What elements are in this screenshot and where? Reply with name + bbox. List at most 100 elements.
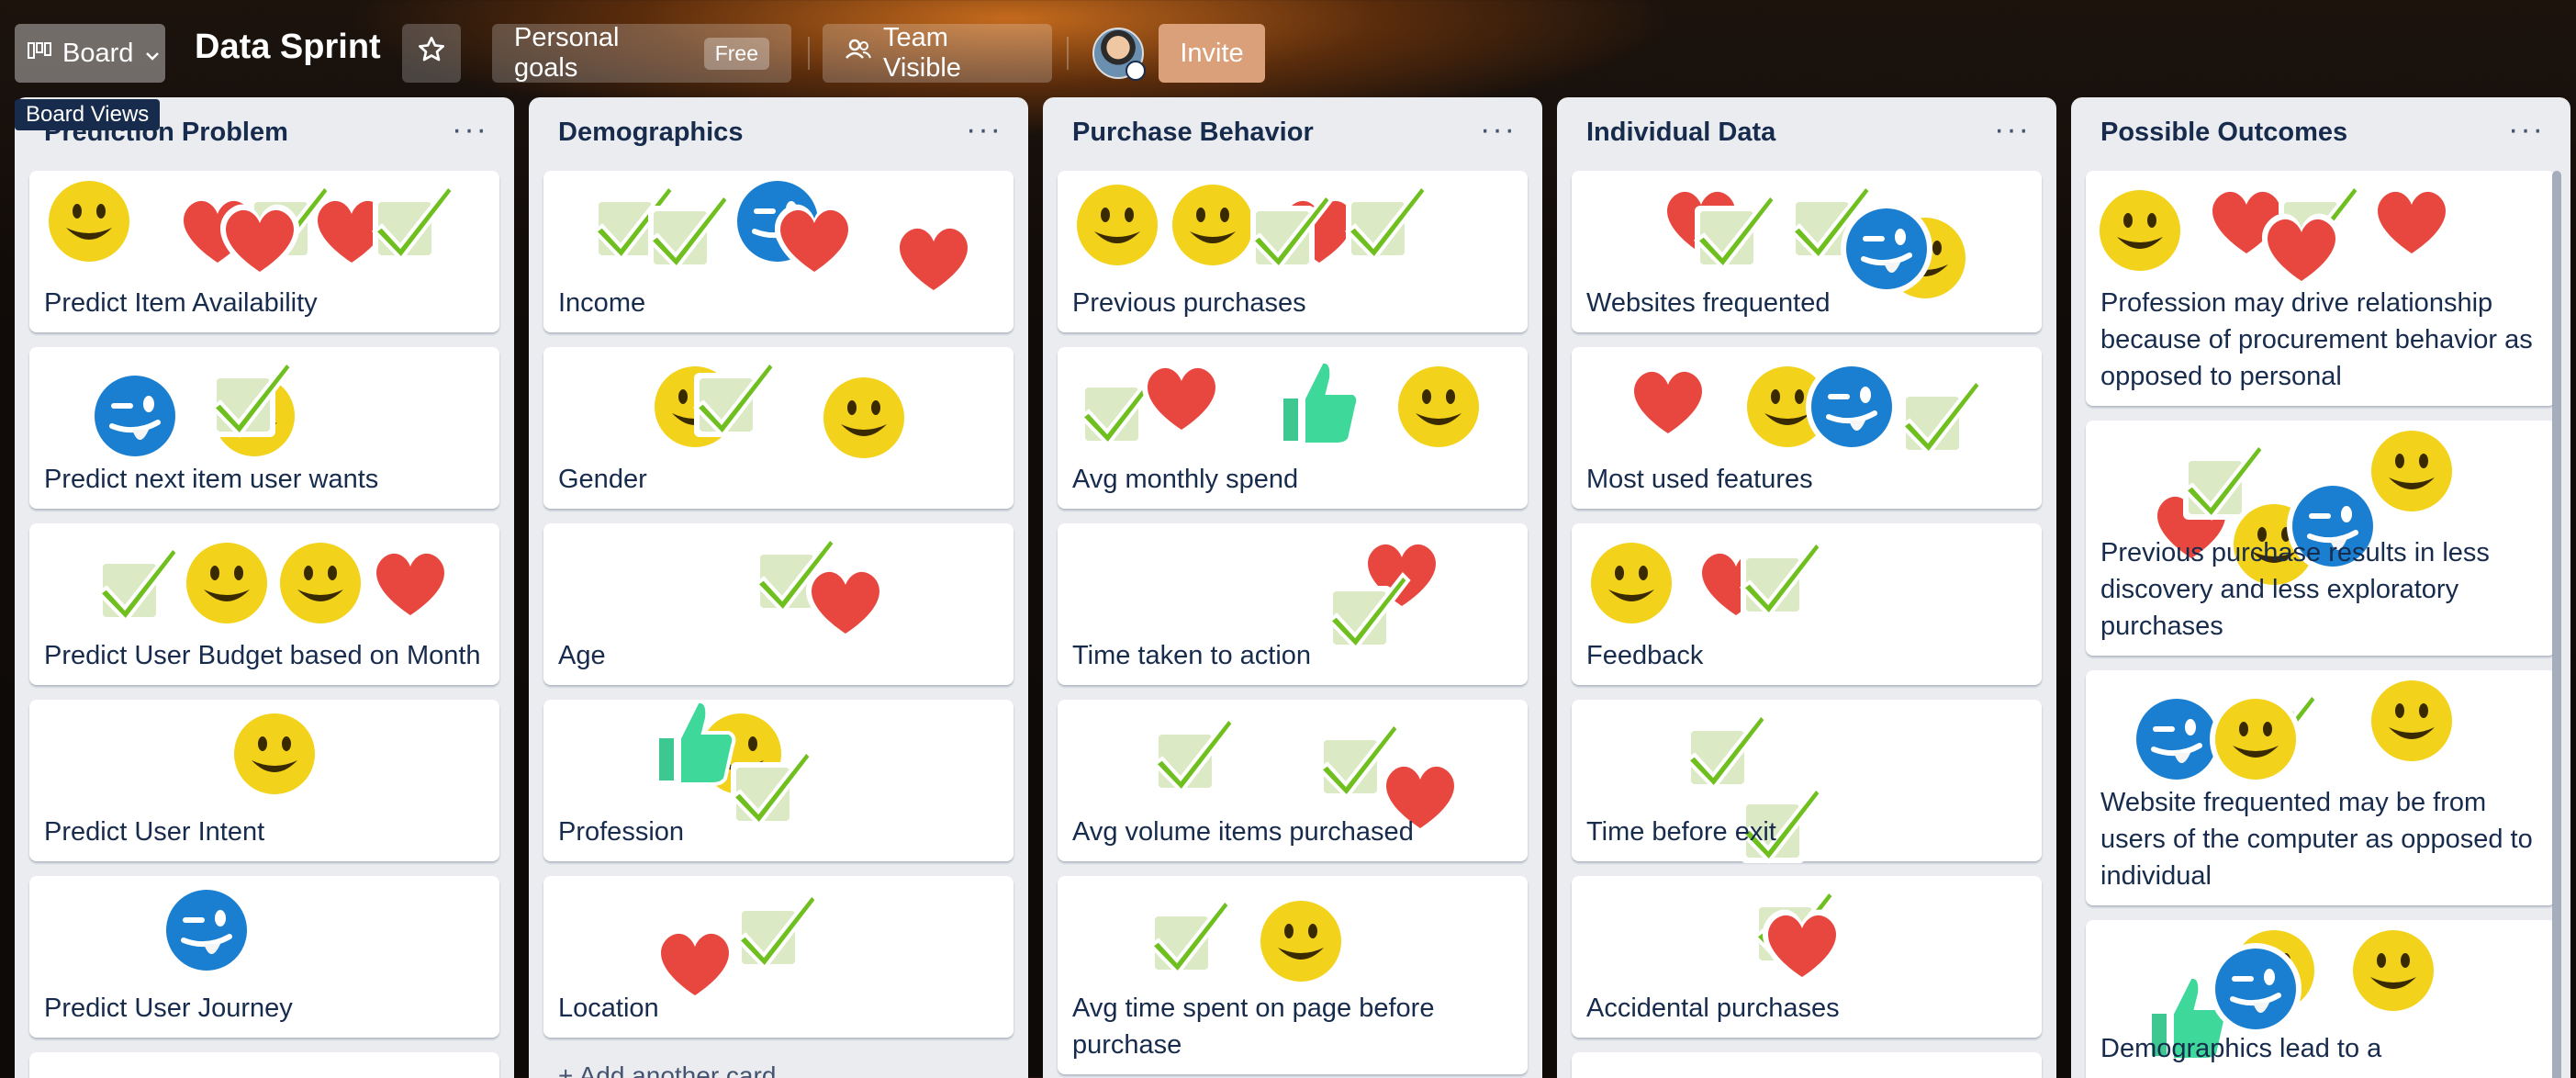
list-card[interactable] <box>29 1052 499 1078</box>
smiley-sticker <box>2094 185 2186 276</box>
card-title: Time taken to action <box>1072 641 1312 670</box>
smiley-sticker <box>818 372 910 464</box>
board-title[interactable]: Data Sprint <box>195 28 381 67</box>
personal-goals-button[interactable]: Personal goals Free <box>492 23 791 83</box>
smiley-sticker <box>229 708 320 800</box>
list-card[interactable]: Accidental purchases <box>1572 876 2042 1038</box>
smiley-sticker <box>2366 425 2458 517</box>
invite-button[interactable]: Invite <box>1159 24 1265 83</box>
card-title: Gender <box>558 465 647 494</box>
list-card[interactable]: Avg volume items purchased <box>1058 700 1528 861</box>
list-demographics: Demographics ··· Income Gender Age Profe… <box>529 97 1028 1078</box>
list-card[interactable]: Predict next item user wants <box>29 347 499 509</box>
heart-sticker <box>1628 365 1708 441</box>
list-card[interactable]: Previous purchase results in less discov… <box>2086 421 2556 656</box>
card-title: Location <box>558 994 659 1023</box>
list-scrollbar[interactable] <box>2552 171 2561 1078</box>
list-menu-icon[interactable]: ··· <box>452 112 488 148</box>
list-card[interactable]: Profession may drive relationship becaus… <box>2086 171 2556 406</box>
card-title: Previous purchases <box>1072 288 1306 318</box>
team-visible-label: Team Visible <box>883 23 961 83</box>
smiley-sticker <box>1071 179 1163 271</box>
heart-sticker <box>2371 185 2452 261</box>
list-card[interactable]: Website frequented may be from users of … <box>2086 670 2556 905</box>
card-title: Predict User Journey <box>44 994 293 1023</box>
card-title: Feedback <box>1586 641 1704 670</box>
admin-badge-icon <box>1126 61 1146 81</box>
smiley-sticker <box>2347 925 2439 1016</box>
list-title[interactable]: Demographics <box>558 118 743 148</box>
list-card[interactable]: Predict Item Availability <box>29 171 499 332</box>
check-sticker <box>1693 193 1777 272</box>
list-menu-icon[interactable]: ··· <box>966 112 1002 148</box>
free-badge: Free <box>703 37 769 70</box>
board-views-button[interactable]: Board <box>15 24 165 83</box>
check-sticker <box>1151 716 1236 795</box>
smiley-sticker <box>1585 537 1677 629</box>
list-card[interactable]: Age <box>543 523 1014 685</box>
list-title[interactable]: Possible Outcomes <box>2100 118 2347 148</box>
board-header: Board Data Sprint Personal goals Free Te… <box>0 0 2576 103</box>
smiley-sticker <box>1255 895 1347 987</box>
list-card[interactable]: Predict User Journey <box>29 876 499 1038</box>
smiley-sticker <box>43 175 135 267</box>
list-prediction-problem: Prediction Problem ··· Predict Item Avai… <box>15 97 514 1078</box>
list-menu-icon[interactable]: ··· <box>2508 112 2545 148</box>
star-button[interactable] <box>402 24 461 83</box>
smiley-sticker <box>181 537 273 629</box>
card-title: Most used features <box>1586 465 1813 494</box>
list-possible-outcomes: Possible Outcomes ··· Profession may dri… <box>2071 97 2570 1078</box>
card-title: Profession <box>558 817 685 847</box>
smiley-sticker <box>2366 675 2458 767</box>
card-title: Avg monthly spend <box>1072 465 1299 494</box>
wink-sticker <box>2205 938 2306 1039</box>
card-title: Websites frequented <box>1586 288 1831 318</box>
card-title: Profession may drive relationship becaus… <box>2100 288 2533 391</box>
list-title[interactable]: Purchase Behavior <box>1072 118 1314 148</box>
list-card[interactable]: Avg monthly spend <box>1058 347 1528 509</box>
avatar[interactable] <box>1092 28 1146 81</box>
list-card[interactable]: Predict User Budget based on Month <box>29 523 499 685</box>
list-menu-icon[interactable]: ··· <box>1994 112 2031 148</box>
list-card[interactable]: Time taken to action <box>1058 523 1528 685</box>
list-card[interactable]: Time before exit <box>1572 700 2042 865</box>
check-sticker <box>1739 540 1823 619</box>
heart-sticker <box>1762 909 1842 984</box>
list-card[interactable]: Websites frequented <box>1572 171 2042 332</box>
list-title[interactable]: Individual Data <box>1586 118 1775 148</box>
list-menu-icon[interactable]: ··· <box>1480 112 1517 148</box>
check-sticker <box>1344 184 1428 263</box>
card-title: Website frequented may be from users of … <box>2100 788 2533 891</box>
list-card[interactable]: Profession <box>543 699 1014 861</box>
card-title: Avg volume items purchased <box>1072 817 1414 847</box>
card-title: Accidental purchases <box>1586 994 1840 1023</box>
check-sticker <box>95 545 180 624</box>
check-sticker <box>1249 193 1333 272</box>
wink-sticker <box>156 880 257 981</box>
list-card[interactable]: Feedback <box>1572 523 2042 685</box>
thumbs-up-sticker <box>1280 359 1361 446</box>
card-title: Age <box>558 641 606 670</box>
list-card[interactable]: Avg time spent on page before purchase <box>1058 876 1528 1074</box>
heart-sticker <box>219 204 300 279</box>
list-card[interactable]: Gender <box>543 347 1014 509</box>
list-card[interactable]: Income <box>543 171 1014 332</box>
list-card[interactable]: Demographics lead to a <box>2086 920 2556 1078</box>
list-card[interactable]: Previous purchases <box>1058 171 1528 332</box>
card-title: Predict User Intent <box>44 817 265 847</box>
card-title: Predict Item Availability <box>44 288 318 318</box>
card-title: Avg time spent on page before purchase <box>1072 994 1435 1060</box>
header-divider <box>808 37 810 70</box>
smiley-sticker <box>1393 361 1484 453</box>
team-visible-button[interactable]: Team Visible <box>823 23 1052 83</box>
list-card[interactable]: Location <box>543 876 1014 1038</box>
add-card-button[interactable]: + Add another card <box>558 1061 776 1078</box>
board-icon <box>28 39 51 69</box>
list-card[interactable]: Predict User Intent <box>29 700 499 861</box>
card-title: Previous purchase results in less discov… <box>2100 538 2490 641</box>
check-sticker <box>692 360 777 439</box>
board-views-tooltip: Board Views <box>15 99 161 130</box>
list-card[interactable] <box>1572 1052 2042 1078</box>
heart-sticker <box>1141 362 1222 437</box>
list-card[interactable]: Most used features <box>1572 347 2042 509</box>
